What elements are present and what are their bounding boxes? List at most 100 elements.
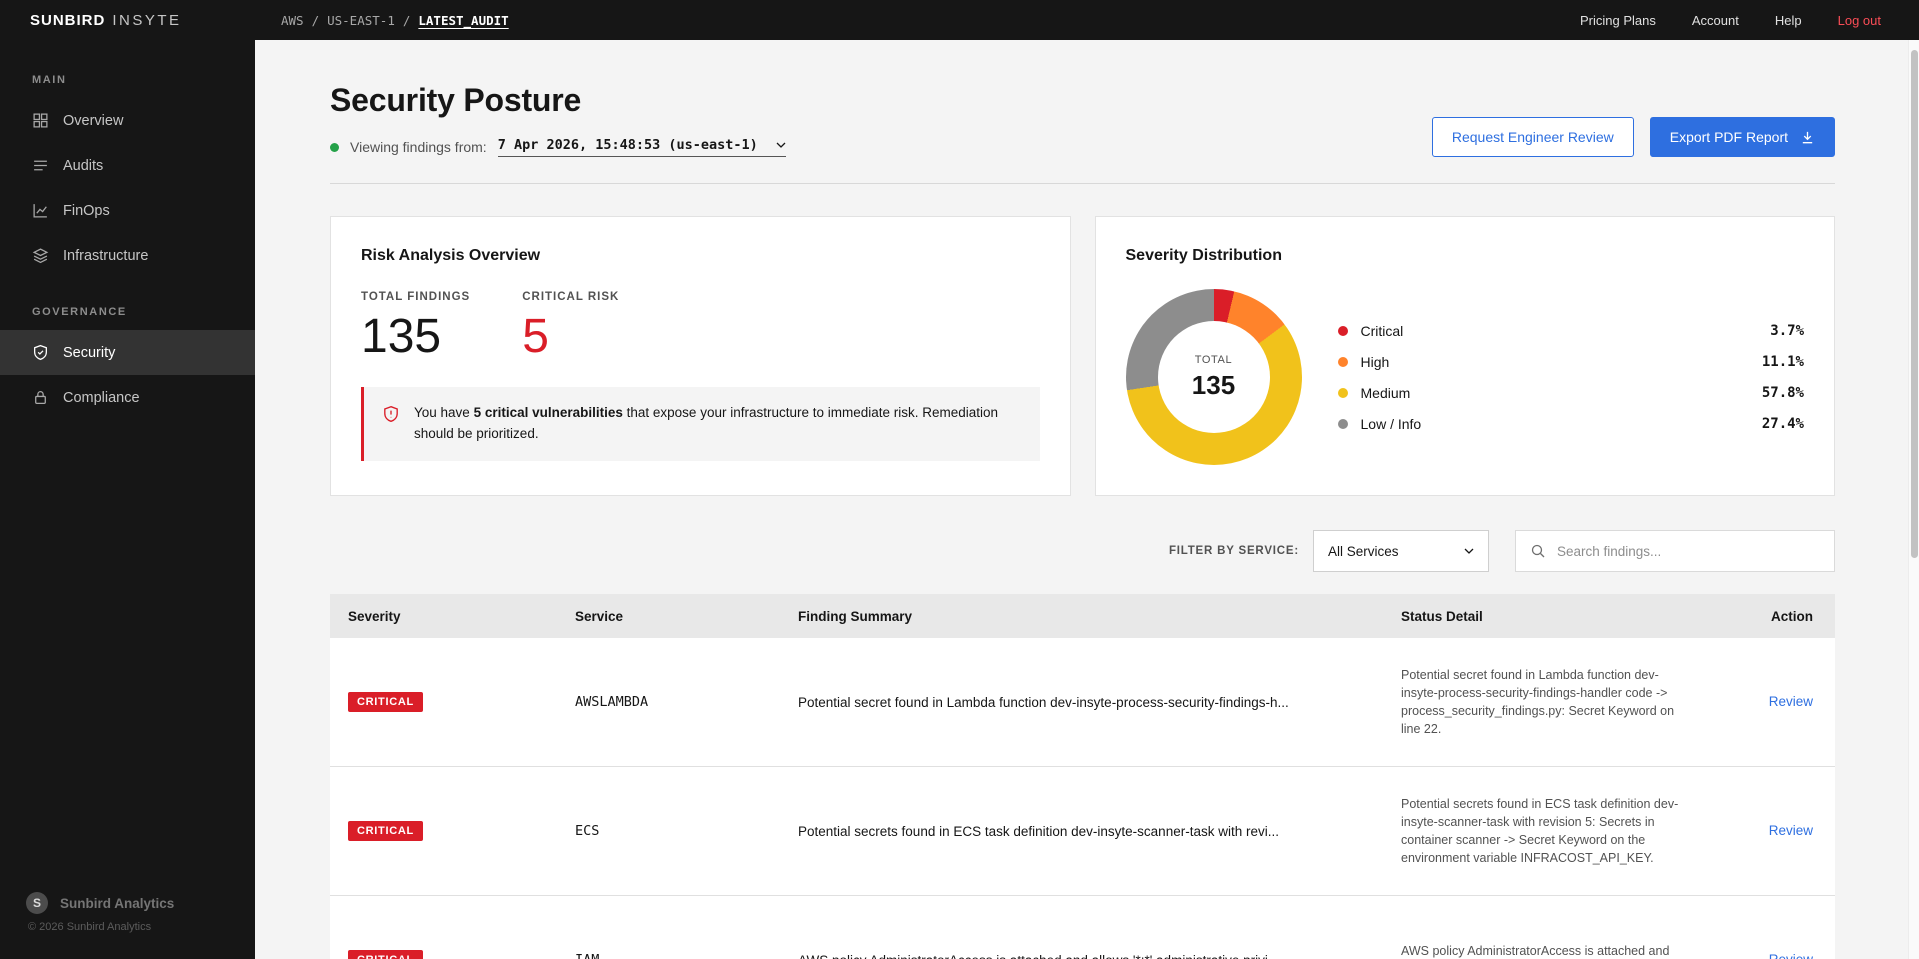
export-pdf-label: Export PDF Report [1669,129,1788,145]
page-title: Security Posture [330,82,582,118]
sidebar-item-infrastructure[interactable]: Infrastructure [0,233,255,278]
severity-card-title: Severity Distribution [1125,247,1282,264]
live-status-dot [330,142,339,152]
breadcrumb: AWS / US-EAST-1 / LATEST_AUDIT [255,13,509,28]
request-review-button[interactable]: Request Engineer Review [1431,117,1634,157]
service-cell: IAM [557,952,780,959]
alert-text: You have 5 critical vulnerabilities that… [414,405,999,441]
topbar: SUNBIRD INSYTE AWS / US-EAST-1 / LATEST_A… [0,0,1919,40]
legend-item-high: High 11.1% [1337,353,1804,370]
finding-summary-cell: Potential secret found in Lambda functio… [798,694,1289,710]
sidebar-footer: S Sunbird Analytics © 2026 Sunbird Analy… [0,892,255,959]
donut-total-value: 135 [1191,369,1236,400]
breadcrumb-separator: / [311,12,320,28]
severity-badge: CRITICAL [348,692,423,712]
legend-percent: 27.4% [1761,415,1804,432]
critical-dot-icon [1337,325,1348,336]
search-findings-box [1515,530,1835,572]
layers-icon [32,248,49,264]
col-header-action: Action [1771,608,1813,624]
donut-center: TOTAL 135 [1157,321,1270,433]
sidebar-item-label: Security [63,344,116,361]
brand-suffix: INSYTE [112,11,182,29]
topbar-links: Pricing Plans Account Help Log out [1580,13,1919,28]
findings-table: Severity Service Finding Summary Status … [330,594,1835,959]
risk-card-title: Risk Analysis Overview [361,247,541,264]
review-link[interactable]: Review [1769,823,1813,838]
status-detail-cell: Potential secret found in Lambda functio… [1401,667,1675,737]
line-chart-icon [33,204,47,218]
low-info-dot-icon [1337,418,1348,429]
service-filter-select[interactable]: All Services [1313,530,1489,572]
sidebar-item-label: Infrastructure [63,247,149,264]
service-cell: ECS [575,823,600,839]
status-detail-cell: Potential secrets found in ECS task defi… [1401,796,1679,866]
sidebar-item-security[interactable]: Security [0,330,255,375]
critical-risk-label: CRITICAL RISK [522,291,620,303]
finding-summary-cell: Potential secrets found in ECS task defi… [798,823,1279,839]
help-link[interactable]: Help [1775,13,1802,28]
sidebar-item-overview[interactable]: Overview [0,98,255,143]
scrollbar-thumb[interactable] [1911,50,1918,558]
header-actions: Request Engineer Review Export PDF Repor… [1431,117,1835,157]
audit-date-value: 7 Apr 2026, 15:48:53 (us-east-1) [497,137,758,153]
search-findings-input[interactable] [1557,543,1820,559]
pricing-plans-link[interactable]: Pricing Plans [1580,13,1656,28]
account-link[interactable]: Account [1692,13,1739,28]
sidebar-item-compliance[interactable]: Compliance [0,375,255,420]
brand-logo[interactable]: SUNBIRD INSYTE [0,12,255,29]
review-link[interactable]: Review [1769,952,1813,959]
col-header-status: Status Detail [1401,608,1483,624]
legend-percent: 57.8% [1761,384,1804,401]
service-filter-value: All Services [1328,543,1399,559]
nav-section-governance: GOVERNANCE [32,306,127,318]
logout-link[interactable]: Log out [1838,13,1881,28]
col-header-summary: Finding Summary [798,608,913,624]
legend-label: High [1360,353,1390,370]
legend-label: Medium [1360,384,1411,401]
nav-section-main: MAIN [32,74,67,86]
legend-item-low-info: Low / Info 27.4% [1337,415,1804,432]
legend-item-medium: Medium 57.8% [1337,384,1804,401]
audit-date-select[interactable]: 7 Apr 2026, 15:48:53 (us-east-1) [497,137,786,157]
sidebar-item-label: Compliance [63,389,140,406]
medium-dot-icon [1337,387,1348,398]
breadcrumb-item-region[interactable]: US-EAST-1 [327,13,395,28]
page-header: Security Posture Viewing findings from: … [330,82,1835,157]
table-row: CRITICAL IAM AWS policy AdministratorAcc… [330,896,1835,959]
sidebar: MAIN Overview Audits FinOps Infrastructu… [0,40,255,959]
viewing-findings-label: Viewing findings from: [350,139,487,155]
breadcrumb-item-latest-audit[interactable]: LATEST_AUDIT [418,13,508,28]
brand-name: SUNBIRD [30,11,106,29]
company-name: Sunbird Analytics [60,895,175,911]
severity-donut-chart: TOTAL 135 [1125,289,1302,465]
filter-row: FILTER BY SERVICE: All Services [330,530,1835,572]
col-header-severity: Severity [348,608,401,624]
total-findings-value: 135 [361,310,442,363]
critical-risk-value: 5 [522,310,549,363]
page-scrollbar[interactable] [1908,40,1919,959]
sidebar-item-finops[interactable]: FinOps [0,188,255,233]
table-row: CRITICAL AWSLAMBDA Potential secret foun… [330,638,1835,767]
download-icon [1802,131,1813,143]
lock-icon [35,391,46,404]
viewing-findings-row: Viewing findings from: 7 Apr 2026, 15:48… [330,137,786,157]
copyright-text: © 2026 Sunbird Analytics [28,921,152,933]
header-divider [330,183,1835,184]
table-header-row: Severity Service Finding Summary Status … [330,594,1835,638]
list-icon [34,160,47,171]
legend-label: Low / Info [1360,415,1422,432]
total-findings-stat: TOTAL FINDINGS 135 [361,291,470,361]
sidebar-item-audits[interactable]: Audits [0,143,255,188]
breadcrumb-separator: / [402,12,411,28]
risk-analysis-card: Risk Analysis Overview TOTAL FINDINGS 13… [330,216,1071,496]
breadcrumb-item-aws[interactable]: AWS [281,13,304,28]
company-logo: S [26,892,48,914]
high-dot-icon [1337,356,1348,367]
severity-distribution-card: Severity Distribution TOTAL 135 Critical [1094,216,1835,496]
total-findings-label: TOTAL FINDINGS [361,291,471,303]
review-link[interactable]: Review [1769,694,1813,709]
export-pdf-button[interactable]: Export PDF Report [1649,117,1835,157]
status-detail-cell: AWS policy AdministratorAccess is attach… [1401,943,1670,958]
legend-item-critical: Critical 3.7% [1337,323,1804,339]
